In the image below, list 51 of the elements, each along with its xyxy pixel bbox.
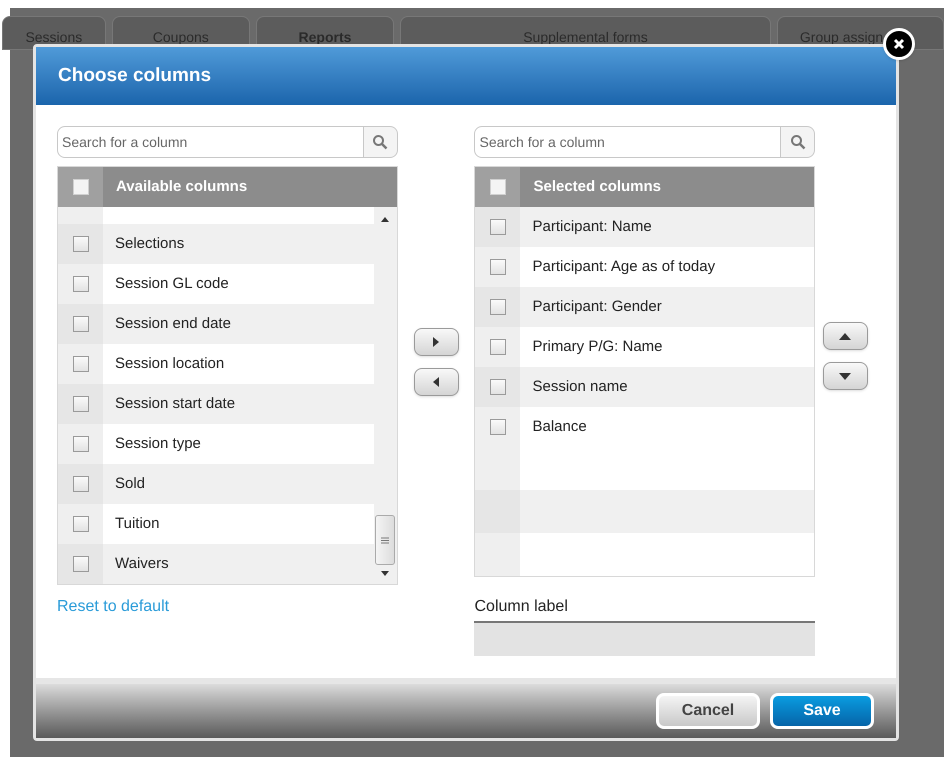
list-header: Available columns [116, 176, 248, 197]
reorder-button[interactable] [822, 362, 868, 390]
close-icon [893, 38, 905, 50]
checkbox[interactable] [72, 556, 88, 572]
move-button[interactable] [414, 328, 459, 356]
checkbox[interactable] [72, 276, 88, 292]
checkbox[interactable] [72, 179, 88, 195]
column-option[interactable]: Primary P/G: Name [532, 336, 663, 358]
scroll-down-icon [381, 571, 390, 576]
dialog-title: Choose columns [58, 64, 212, 88]
column-option[interactable]: Session type [115, 432, 201, 456]
column-option[interactable]: Sold [115, 472, 146, 496]
checkbox[interactable] [72, 476, 88, 492]
down-arrow-icon [838, 370, 852, 382]
list-header: Selected columns [533, 176, 662, 197]
save-button[interactable]: Save [770, 693, 874, 729]
search-button[interactable] [781, 126, 816, 158]
checkbox[interactable] [72, 396, 88, 412]
checkbox[interactable] [490, 419, 506, 435]
checkbox[interactable] [490, 379, 506, 395]
reorder-button[interactable] [822, 322, 868, 350]
search-field[interactable]: Search for a column [57, 126, 364, 158]
scroll-up-icon [381, 217, 390, 222]
move-button[interactable] [414, 368, 459, 396]
search-icon [372, 134, 388, 150]
checkbox[interactable] [490, 339, 506, 355]
checkbox[interactable] [490, 259, 506, 275]
column-option[interactable]: Session name [532, 376, 628, 398]
checkbox[interactable] [490, 219, 506, 235]
checkbox[interactable] [72, 516, 88, 532]
column-option[interactable]: Session GL code [115, 272, 229, 296]
column-option[interactable]: Selections [115, 232, 184, 256]
checkbox[interactable] [490, 299, 506, 315]
scrollbar[interactable] [374, 207, 397, 584]
checkbox[interactable] [72, 436, 88, 452]
scroll-thumb[interactable] [375, 515, 396, 565]
checkbox[interactable] [72, 356, 88, 372]
search-field[interactable]: Search for a column [474, 126, 782, 158]
column-option[interactable]: Waivers [115, 552, 169, 576]
checkbox[interactable] [490, 179, 506, 195]
checkbox[interactable] [72, 236, 88, 252]
column-option[interactable]: Participant: Age as of today [532, 256, 716, 278]
grip-icon [381, 536, 390, 544]
column-option[interactable]: Session location [115, 352, 224, 376]
search-button[interactable] [364, 126, 398, 158]
field-label: Column label [474, 597, 569, 617]
column-option[interactable]: Tuition [115, 512, 160, 536]
column-option[interactable]: Balance [532, 416, 587, 438]
checkbox[interactable] [72, 316, 88, 332]
cancel-button[interactable]: Cancel [656, 693, 760, 729]
search-icon [790, 134, 806, 150]
